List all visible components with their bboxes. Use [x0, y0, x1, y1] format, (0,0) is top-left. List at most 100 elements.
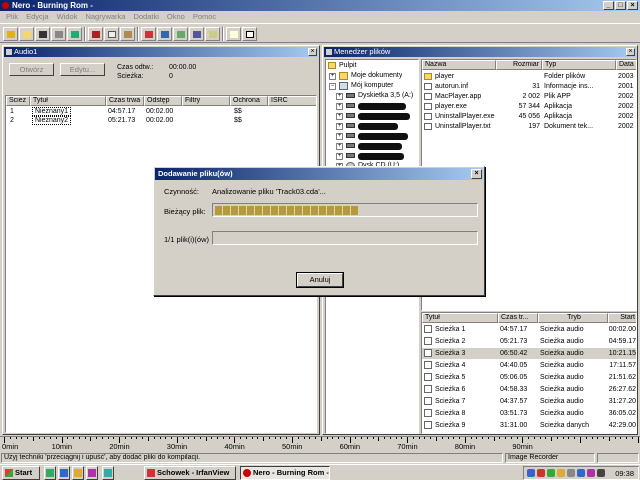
expand-icon[interactable]: +	[336, 93, 343, 100]
table-row[interactable]: 2 Nieznany2 05:21.73 00:02.00 $$	[6, 116, 316, 125]
tree-item-floppy[interactable]: Dyskietka 3,5 (A:)	[358, 91, 413, 100]
expand-icon[interactable]: +	[336, 103, 343, 110]
close-button[interactable]: ×	[627, 1, 638, 10]
track-row[interactable]: Ścieżka 4 04:40.05 Ścieżka audio 17:11.57	[422, 360, 636, 371]
track-row[interactable]: Ścieżka 3 06:50.42 Ścieżka audio 10:21.15	[422, 348, 636, 359]
col-date[interactable]: Data	[616, 60, 636, 70]
col-name[interactable]: Nazwa	[422, 60, 496, 70]
start-button[interactable]: Start	[2, 466, 40, 480]
tray-icon[interactable]	[577, 469, 585, 477]
tray-icon[interactable]	[537, 469, 545, 477]
quicklaunch-mail[interactable]	[72, 466, 84, 480]
menu-view[interactable]: Widok	[53, 11, 82, 23]
file-row[interactable]: autorun.inf 31 Informacje ins... 2001	[422, 82, 636, 92]
edit-track-button[interactable]: Edytu...	[60, 63, 105, 76]
cd-track-list[interactable]: Tytuł Czas tr... Tryb Start Ścieżka 1 04:…	[421, 312, 637, 434]
tray-icon[interactable]	[527, 469, 535, 477]
menu-edit[interactable]: Edycja	[22, 11, 53, 23]
file-row[interactable]: UninstallPlayer.txt 197 Dokument tek... 200…	[422, 122, 636, 132]
tree-item-desktop[interactable]: Pulpit	[339, 61, 357, 70]
speaker-icon[interactable]	[597, 469, 605, 477]
open-track-button[interactable]: Otwórz	[9, 63, 54, 76]
progress-segment	[295, 206, 302, 215]
dialog-close-button[interactable]: ×	[471, 169, 482, 179]
tray-icon[interactable]	[587, 469, 595, 477]
col-track-mode[interactable]: Tryb	[538, 313, 608, 323]
quicklaunch-app[interactable]	[86, 466, 98, 480]
track-row[interactable]: Ścieżka 5 05:06.05 Ścieżka audio 21:51.62	[422, 372, 636, 383]
minimize-button[interactable]: _	[603, 1, 614, 10]
col-filters[interactable]: Filtry	[182, 96, 230, 106]
file-row[interactable]: MacPlayer.app 2 002 Plik APP 2002	[422, 92, 636, 102]
track-row[interactable]: Ścieżka 8 03:51.73 Ścieżka audio 36:05.02	[422, 408, 636, 419]
print-icon	[55, 31, 63, 38]
task-irfanview[interactable]: Schowek - IrfanView	[144, 466, 236, 480]
track-row[interactable]: Ścieżka 6 04:58.33 Ścieżka audio 26:27.62	[422, 384, 636, 395]
collapse-icon[interactable]: −	[329, 83, 336, 90]
context-help-button[interactable]	[242, 27, 257, 41]
track-row[interactable]: Ścieżka 9 31:31.00 Ścieżka danych 42:29.00	[422, 420, 636, 431]
col-type[interactable]: Typ	[542, 60, 616, 70]
quicklaunch-browser[interactable]	[58, 466, 70, 480]
table-row[interactable]: 1 Nieznany1 04:57.17 00:02.00 $$	[6, 107, 316, 116]
col-isrc[interactable]: ISRC	[268, 96, 316, 106]
progress-segment	[255, 206, 262, 215]
recorder-button[interactable]	[173, 27, 188, 41]
tray-icon[interactable]	[547, 469, 555, 477]
ruler-tick	[44, 437, 46, 439]
file-row[interactable]: UninstallPlayer.exe 45 056 Aplikacja 2002	[422, 112, 636, 122]
copy-button[interactable]	[104, 27, 119, 41]
tree-item-my-computer[interactable]: Mój komputer	[351, 81, 393, 90]
menu-extras[interactable]: Dodatki	[129, 11, 162, 23]
menu-recorder[interactable]: Nagrywarka	[81, 11, 129, 23]
col-track-title[interactable]: Tytuł	[422, 313, 498, 323]
paste-button[interactable]	[120, 27, 135, 41]
audio-window-close-button[interactable]: ×	[308, 48, 317, 56]
print-button[interactable]	[51, 27, 66, 41]
expand-icon[interactable]: +	[336, 113, 343, 120]
tray-icon[interactable]	[557, 469, 565, 477]
expand-icon[interactable]: +	[336, 133, 343, 140]
burn-button[interactable]	[141, 27, 156, 41]
col-size[interactable]: Rozmiar	[496, 60, 542, 70]
ruler-tick	[182, 437, 184, 439]
col-track-num[interactable]: Ścież	[6, 96, 30, 106]
write-cd-button[interactable]	[67, 27, 82, 41]
cut-button[interactable]	[88, 27, 103, 41]
file-row[interactable]: player.exe 57 344 Aplikacja 2002	[422, 102, 636, 112]
expand-icon[interactable]: +	[336, 153, 343, 160]
maximize-button[interactable]: □	[615, 1, 626, 10]
menu-file[interactable]: Plik	[2, 11, 22, 23]
save-button[interactable]	[35, 27, 50, 41]
disc-info-button[interactable]	[189, 27, 204, 41]
cancel-button[interactable]: Anuluj	[296, 272, 344, 288]
col-track-start[interactable]: Start	[608, 313, 636, 323]
tree-item-my-documents[interactable]: Moje dokumenty	[351, 71, 402, 80]
file-row[interactable]: player Folder plików 2003	[422, 72, 636, 82]
copy-cd-button[interactable]	[157, 27, 172, 41]
window-layout-button[interactable]	[205, 27, 220, 41]
help-button[interactable]	[226, 27, 241, 41]
track-row[interactable]: Ścieżka 7 04:37.57 Ścieżka audio 31:27.20	[422, 396, 636, 407]
file-manager-close-button[interactable]: ×	[626, 48, 635, 56]
expand-icon[interactable]: +	[329, 73, 336, 80]
open-button[interactable]	[19, 27, 34, 41]
col-protection[interactable]: Ochrona	[230, 96, 268, 106]
col-gap[interactable]: Odstęp	[144, 96, 182, 106]
track-mode: Ścieżka audio	[540, 338, 584, 345]
col-title[interactable]: Tytuł	[30, 96, 106, 106]
col-track-time[interactable]: Czas tr...	[498, 313, 538, 323]
task-nero[interactable]: Nero - Burning Rom -	[240, 466, 330, 480]
quicklaunch-desktop[interactable]	[44, 466, 56, 480]
col-duration[interactable]: Czas trwa	[106, 96, 144, 106]
ruler-tick	[303, 437, 305, 439]
menu-window[interactable]: Okno	[163, 11, 189, 23]
track-row[interactable]: Ścieżka 2 05:21.73 Ścieżka audio 04:59.17	[422, 336, 636, 347]
menu-help[interactable]: Pomoc	[189, 11, 220, 23]
new-compilation-button[interactable]	[3, 27, 18, 41]
track-row[interactable]: Ścieżka 1 04:57.17 Ścieżka audio 00:02.00	[422, 324, 636, 335]
expand-icon[interactable]: +	[336, 123, 343, 130]
quicklaunch-app[interactable]	[102, 466, 114, 480]
expand-icon[interactable]: +	[336, 143, 343, 150]
tray-icon[interactable]	[567, 469, 575, 477]
